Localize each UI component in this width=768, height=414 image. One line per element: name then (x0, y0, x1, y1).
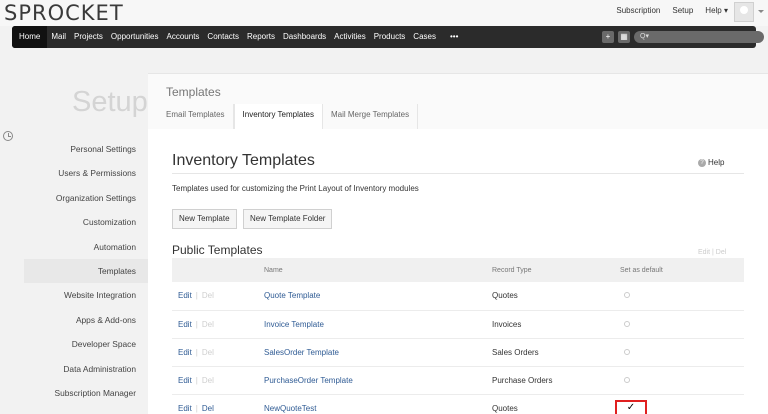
record-type: Invoices (486, 310, 614, 339)
sidebar-item-subscription-manager[interactable]: Subscription Manager (24, 381, 148, 405)
edit-link[interactable]: Edit (178, 404, 192, 413)
sidebar-item-automation[interactable]: Automation (24, 235, 148, 259)
sidebar-item-templates[interactable]: Templates (24, 258, 148, 284)
nav-accounts[interactable]: Accounts (163, 26, 204, 48)
sidebar-item-users-permissions[interactable]: Users & Permissions (24, 161, 148, 185)
chevron-down-icon[interactable] (758, 10, 764, 13)
delete-link[interactable]: Del (202, 404, 214, 413)
column-header-set-default: Set as default (614, 258, 744, 282)
nav-cases[interactable]: Cases (409, 26, 440, 48)
table-row: Edit | Del NewQuoteTest Quotes ✓ (172, 394, 744, 414)
new-template-folder-button[interactable]: New Template Folder (243, 209, 333, 229)
nav-mail[interactable]: Mail (47, 26, 70, 48)
set-default-radio[interactable] (624, 376, 630, 383)
setup-link[interactable]: Setup (672, 6, 693, 15)
sidebar-item-developer-space[interactable]: Developer Space (24, 332, 148, 356)
panel-title: Templates (166, 85, 221, 99)
templates-table: Name Record Type Set as default Edit | Del… (172, 258, 744, 414)
column-header-record-type: Record Type (486, 258, 614, 282)
template-name-link[interactable]: NewQuoteTest (264, 404, 316, 413)
tab-email-templates[interactable]: Email Templates (158, 104, 234, 130)
app-logo[interactable]: SPROCKET (4, 1, 124, 25)
nav-products[interactable]: Products (370, 26, 410, 48)
delete-link-disabled: Del (201, 347, 214, 357)
sidebar-item-personal-settings[interactable]: Personal Settings (24, 137, 148, 161)
sidebar-item-customization[interactable]: Customization (24, 210, 148, 234)
setup-title: Setup (72, 86, 148, 118)
nav-home[interactable]: Home (12, 26, 48, 48)
nav-contacts[interactable]: Contacts (203, 26, 243, 48)
edit-link[interactable]: Edit (178, 376, 192, 385)
template-name-link[interactable]: SalesOrder Template (264, 348, 339, 357)
sidebar-item-organization-settings[interactable]: Organization Settings (24, 186, 148, 210)
new-template-button[interactable]: New Template (172, 209, 237, 229)
calendar-icon[interactable]: ▦ (618, 31, 630, 43)
set-default-radio[interactable] (624, 292, 630, 299)
edit-link[interactable]: Edit (178, 348, 192, 357)
tab-inventory-templates[interactable]: Inventory Templates (233, 104, 323, 130)
template-name-link[interactable]: Invoice Template (264, 320, 324, 329)
search-input[interactable]: Q▾ (634, 31, 764, 43)
tab-mail-merge-templates[interactable]: Mail Merge Templates (323, 104, 419, 130)
record-type: Purchase Orders (486, 366, 614, 395)
section-title: Public Templates (172, 243, 263, 257)
table-row: Edit | Del Invoice Template Invoices (172, 310, 744, 339)
panel-body: Inventory Templates ? Help Templates use… (148, 129, 768, 414)
delete-link-disabled: Del (201, 375, 214, 385)
section-edit-del: Edit | Del (698, 249, 727, 256)
help-link[interactable]: ? Help (698, 158, 724, 167)
delete-link-disabled: Del (201, 291, 214, 301)
record-type: Quotes (486, 282, 614, 311)
top-links: Subscription Setup Help ▾ (616, 6, 728, 15)
help-icon: ? (698, 158, 706, 167)
table-row: Edit | Del Quote Template Quotes (172, 282, 744, 311)
page-description: Templates used for customizing the Print… (172, 184, 419, 193)
set-default-radio[interactable] (624, 320, 630, 327)
table-row: Edit | Del PurchaseOrder Template Purchase… (172, 366, 744, 395)
column-header-name: Name (258, 258, 486, 282)
sidebar-item-data-administration[interactable]: Data Administration (24, 357, 148, 381)
sidebar-item-website-integration[interactable]: Website Integration (24, 283, 148, 307)
main-nav: Home Mail Projects Opportunities Account… (12, 26, 764, 48)
set-default-radio[interactable] (624, 348, 630, 355)
column-header-actions (172, 258, 258, 282)
sidebar-item-apps-addons[interactable]: Apps & Add-ons (24, 308, 148, 332)
table-header-row: Name Record Type Set as default (172, 258, 744, 282)
page-title: Inventory Templates (172, 152, 315, 169)
template-name-link[interactable]: Quote Template (264, 291, 320, 300)
clock-icon[interactable] (3, 131, 13, 141)
panel-header: Templates Email Templates Inventory Temp… (148, 73, 768, 130)
avatar[interactable] (734, 2, 754, 22)
nav-more[interactable]: ••• (446, 26, 462, 48)
setup-side-menu: Personal Settings Users & Permissions Or… (24, 137, 148, 405)
subscription-link[interactable]: Subscription (616, 6, 660, 15)
nav-projects[interactable]: Projects (70, 26, 107, 48)
table-row: Edit | Del SalesOrder Template Sales Order… (172, 338, 744, 367)
template-tabs: Email Templates Inventory Templates Mail… (158, 104, 419, 130)
edit-link[interactable]: Edit (178, 291, 192, 300)
help-label: Help (708, 158, 725, 167)
nav-reports[interactable]: Reports (243, 26, 279, 48)
add-icon[interactable]: + (602, 31, 614, 43)
edit-link[interactable]: Edit (178, 320, 192, 329)
nav-opportunities[interactable]: Opportunities (107, 26, 163, 48)
nav-activities[interactable]: Activities (330, 26, 370, 48)
record-type: Quotes (486, 394, 614, 414)
record-type: Sales Orders (486, 338, 614, 367)
default-checkmark-icon[interactable]: ✓ (615, 400, 647, 414)
delete-link-disabled: Del (201, 319, 214, 329)
nav-dashboards[interactable]: Dashboards (279, 26, 330, 48)
help-menu[interactable]: Help ▾ (705, 6, 728, 15)
template-name-link[interactable]: PurchaseOrder Template (264, 376, 353, 385)
top-bar: SPROCKET Subscription Setup Help ▾ (0, 0, 768, 26)
divider (172, 173, 744, 174)
